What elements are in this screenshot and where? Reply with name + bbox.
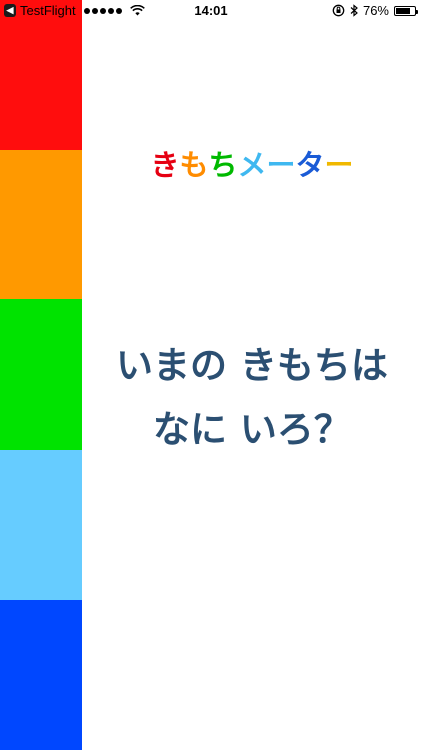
screen: ◀ TestFlight 14:01 76% きもちメーター いまの きもちは … (0, 0, 422, 750)
color-block-orange[interactable] (0, 150, 82, 299)
status-bar-right: 76% (332, 3, 418, 18)
logo-char: き (150, 148, 180, 182)
battery-icon (394, 5, 418, 16)
question-line-1: いまの きもちは (116, 344, 388, 387)
color-block-blue[interactable] (0, 600, 82, 750)
battery-percentage: 76% (362, 3, 389, 18)
logo-char: も (179, 148, 209, 182)
logo-char: メ (237, 148, 267, 182)
logo-char: ー (324, 148, 354, 182)
orientation-lock-icon (332, 4, 345, 17)
color-strip (0, 0, 82, 750)
color-block-green[interactable] (0, 299, 82, 450)
app-logo-title: きもちメーター (82, 142, 422, 184)
logo-char: ち (208, 148, 238, 182)
color-block-red[interactable] (0, 0, 82, 150)
color-block-light-blue[interactable] (0, 450, 82, 600)
bluetooth-icon (350, 4, 358, 17)
feeling-question: いまの きもちは なに いろ？ (82, 334, 422, 462)
battery-level-fill (396, 7, 410, 14)
logo-char: タ (295, 148, 325, 182)
question-line-2: なに いろ？ (153, 408, 351, 451)
status-bar: ◀ TestFlight 14:01 76% (0, 0, 422, 22)
logo-char: ー (266, 148, 296, 182)
